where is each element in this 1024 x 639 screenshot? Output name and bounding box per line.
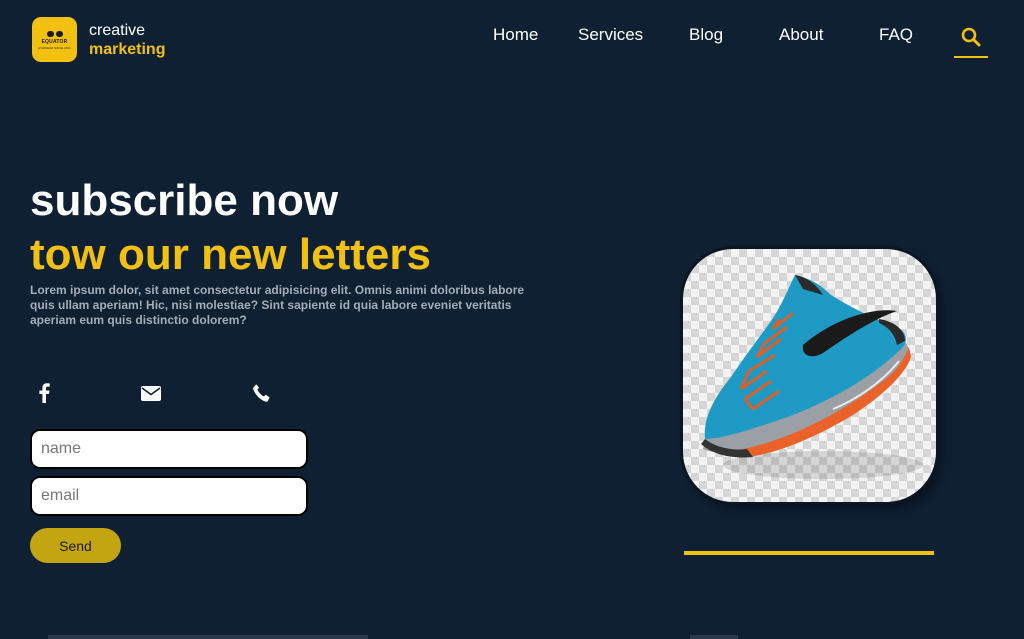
accent-underline (684, 551, 934, 555)
nav-home[interactable]: Home (493, 25, 538, 45)
mail-icon[interactable] (141, 386, 161, 401)
page-bottom-divider (48, 635, 368, 639)
main-nav: Home Services Blog About FAQ (0, 25, 1024, 45)
nav-services[interactable]: Services (578, 25, 643, 45)
search-button[interactable] (954, 27, 988, 58)
facebook-icon[interactable] (38, 383, 50, 403)
email-input[interactable] (30, 476, 308, 516)
sneaker-illustration (701, 275, 923, 479)
nav-blog[interactable]: Blog (689, 25, 723, 45)
social-links (0, 383, 300, 405)
search-icon (961, 27, 981, 47)
nav-about[interactable]: About (779, 25, 823, 45)
product-image (683, 249, 936, 502)
page-bottom-divider-right (690, 635, 738, 639)
nav-faq[interactable]: FAQ (879, 25, 913, 45)
name-input[interactable] (30, 429, 308, 469)
headline-primary: subscribe now (30, 176, 339, 225)
headline-secondary: tow our new letters (30, 230, 431, 279)
logo-subtext: EYEWEAR SINCE 2021 (38, 45, 71, 50)
hero-description: Lorem ipsum dolor, sit amet consectetur … (30, 283, 525, 327)
phone-icon[interactable] (252, 383, 272, 403)
send-button[interactable]: Send (30, 528, 121, 563)
